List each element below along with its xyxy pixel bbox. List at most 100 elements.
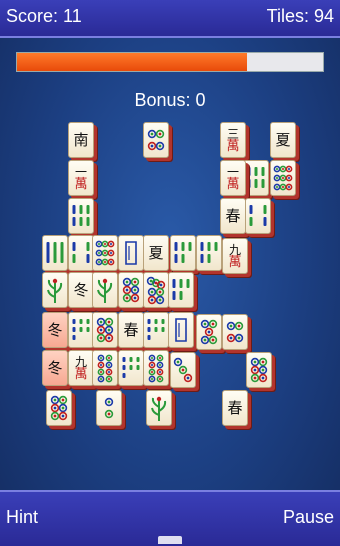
- mahjong-tile[interactable]: [92, 312, 118, 348]
- tile-glyph: 夏: [275, 130, 291, 149]
- hint-button[interactable]: Hint: [6, 507, 38, 528]
- mahjong-tile[interactable]: [42, 235, 68, 271]
- mahjong-tile[interactable]: 夏: [143, 235, 169, 271]
- character-suit-icon: 三萬: [226, 128, 239, 153]
- circles-suit-icon: [122, 277, 140, 303]
- mahjong-tile[interactable]: [143, 272, 169, 308]
- white-dragon-icon: [125, 241, 137, 265]
- mahjong-tile[interactable]: [170, 352, 196, 388]
- mahjong-tile[interactable]: [68, 235, 94, 271]
- bamboo-suit-icon: [174, 242, 192, 263]
- tile-number: 三: [226, 126, 239, 141]
- wan-glyph-icon: 萬: [226, 176, 240, 192]
- circles-suit-icon: [95, 240, 115, 266]
- circles-suit-icon: [148, 354, 164, 383]
- wan-glyph-icon: 萬: [226, 138, 240, 154]
- tile-number: 一: [74, 164, 87, 179]
- mahjong-tile[interactable]: 九萬: [68, 350, 94, 386]
- circles-suit-icon: [147, 129, 165, 151]
- circles-suit-icon: [96, 317, 114, 343]
- bamboo-suit-icon: [172, 279, 190, 300]
- tile-glyph: 夏: [148, 243, 164, 262]
- mahjong-tile[interactable]: [196, 314, 222, 350]
- mahjong-tile[interactable]: [92, 350, 118, 386]
- bamboo-suit-icon: [147, 319, 165, 340]
- mahjong-tile[interactable]: [96, 390, 122, 426]
- flower-tile-icon: [151, 396, 167, 421]
- tile-glyph: 春: [227, 398, 243, 417]
- tile-glyph: 冬: [47, 358, 63, 377]
- circles-suit-icon: [226, 321, 244, 343]
- mahjong-tile[interactable]: 冬: [68, 272, 94, 308]
- bamboo-suit-icon: [72, 205, 90, 226]
- mahjong-tile[interactable]: 三萬: [220, 122, 246, 158]
- mahjong-tile[interactable]: [143, 312, 169, 348]
- mahjong-tile[interactable]: [146, 390, 172, 426]
- mahjong-tile[interactable]: [118, 350, 144, 386]
- mahjong-tile[interactable]: [168, 312, 194, 348]
- mahjong-tile[interactable]: [170, 235, 196, 271]
- tile-number: 一: [226, 164, 239, 179]
- bamboo-suit-icon: [72, 242, 90, 263]
- bamboo-suit-icon: [46, 242, 64, 263]
- character-suit-icon: 九萬: [74, 356, 87, 381]
- mahjong-tile[interactable]: [42, 272, 68, 308]
- mahjong-tile[interactable]: 春: [118, 312, 144, 348]
- mahjong-tile[interactable]: [118, 272, 144, 308]
- mahjong-tile[interactable]: [46, 390, 72, 426]
- circles-suit-icon: [146, 276, 166, 305]
- mahjong-board: 南三萬夏一萬一萬春夏九萬冬冬春冬九萬春: [0, 0, 340, 544]
- circles-suit-icon: [273, 165, 293, 191]
- bamboo-suit-icon: [122, 357, 140, 378]
- tile-number: 九: [74, 354, 87, 369]
- mahjong-tile[interactable]: [143, 122, 169, 158]
- bamboo-suit-icon: [249, 205, 267, 226]
- mahjong-tile[interactable]: [118, 235, 144, 271]
- wan-glyph-icon: 萬: [74, 176, 88, 192]
- white-dragon-icon: [175, 318, 187, 342]
- mahjong-tile[interactable]: [68, 198, 94, 234]
- tile-glyph: 春: [225, 206, 241, 225]
- character-suit-icon: 一萬: [74, 166, 87, 191]
- mahjong-tile[interactable]: 春: [222, 390, 248, 426]
- circles-suit-icon: [250, 357, 268, 383]
- mahjong-tile[interactable]: 冬: [42, 350, 68, 386]
- bamboo-suit-icon: [200, 242, 218, 263]
- mahjong-tile[interactable]: 南: [68, 122, 94, 158]
- flower-tile-icon: [47, 278, 63, 303]
- circles-suit-icon: [173, 357, 193, 383]
- tile-glyph: 冬: [47, 320, 63, 339]
- mahjong-tile[interactable]: [243, 160, 269, 196]
- mahjong-tile[interactable]: 九萬: [222, 238, 248, 274]
- mahjong-tile[interactable]: [143, 350, 169, 386]
- mahjong-tile[interactable]: 春: [220, 198, 246, 234]
- mahjong-tile[interactable]: [196, 235, 222, 271]
- mahjong-tile[interactable]: 冬: [42, 312, 68, 348]
- mahjong-tile[interactable]: [92, 272, 118, 308]
- wan-glyph-icon: 萬: [228, 254, 242, 270]
- mahjong-tile[interactable]: [222, 314, 248, 350]
- wan-glyph-icon: 萬: [74, 366, 88, 382]
- bamboo-suit-icon: [247, 167, 265, 188]
- menu-handle-icon[interactable]: [158, 536, 182, 544]
- mahjong-tile[interactable]: [68, 312, 94, 348]
- pause-button[interactable]: Pause: [283, 507, 334, 528]
- tile-number: 九: [228, 242, 241, 257]
- mahjong-tile[interactable]: 一萬: [68, 160, 94, 196]
- circles-suit-icon: [97, 354, 113, 383]
- mahjong-tile[interactable]: 一萬: [220, 160, 246, 196]
- circles-suit-icon: [104, 397, 114, 419]
- character-suit-icon: 一萬: [226, 166, 239, 191]
- tile-glyph: 冬: [73, 280, 89, 299]
- mahjong-tile[interactable]: [92, 235, 118, 271]
- flower-tile-icon: [97, 278, 113, 303]
- mahjong-tile[interactable]: [270, 160, 296, 196]
- mahjong-tile[interactable]: [245, 198, 271, 234]
- tile-glyph: 春: [123, 320, 139, 339]
- mahjong-tile[interactable]: [246, 352, 272, 388]
- tile-glyph: 南: [73, 130, 89, 149]
- mahjong-tile[interactable]: [168, 272, 194, 308]
- circles-suit-icon: [200, 319, 218, 345]
- circles-suit-icon: [50, 395, 68, 421]
- mahjong-tile[interactable]: 夏: [270, 122, 296, 158]
